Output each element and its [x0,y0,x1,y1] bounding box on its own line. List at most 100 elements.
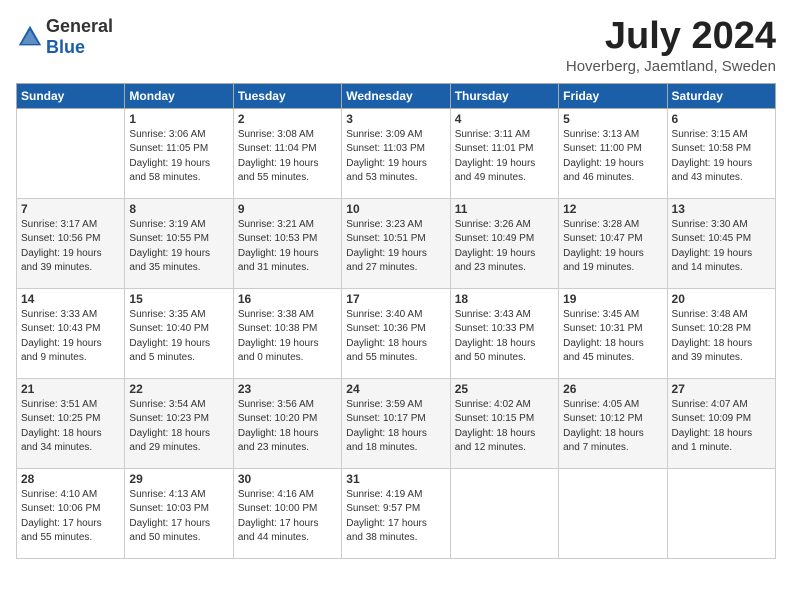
day-number: 6 [672,112,771,126]
day-number: 7 [21,202,120,216]
day-number: 1 [129,112,228,126]
calendar-cell: 31Sunrise: 4:19 AM Sunset: 9:57 PM Dayli… [342,468,450,558]
day-info: Sunrise: 4:16 AM Sunset: 10:00 PM Daylig… [238,488,337,546]
day-info: Sunrise: 3:19 AM Sunset: 10:55 PM Daylig… [129,218,228,276]
calendar-cell: 15 Sunrise: 3:35 AM Sunset: 10:40 PM Dayl… [125,288,233,378]
calendar-cell: 23 Sunrise: 3:56 AM Sunset: 10:20 PM Dayl… [233,378,341,468]
calendar-table: SundayMondayTuesdayWednesdayThursdayFrid… [16,83,776,559]
day-info: Sunrise: 3:38 AM Sunset: 10:38 PM Daylig… [238,308,337,366]
calendar-cell: 6 Sunrise: 3:15 AM Sunset: 10:58 PM Dayli… [667,108,775,198]
day-number: 10 [346,202,445,216]
day-number: 19 [563,292,662,306]
logo-icon [16,23,44,51]
day-info: Sunrise: 3:40 AM Sunset: 10:36 PM Daylig… [346,308,445,366]
day-number: 15 [129,292,228,306]
calendar-cell: 2 Sunrise: 3:08 AM Sunset: 11:04 PM Dayli… [233,108,341,198]
calendar-cell: 7 Sunrise: 3:17 AM Sunset: 10:56 PM Dayli… [17,198,125,288]
day-number: 21 [21,382,120,396]
weekday-header-saturday: Saturday [667,83,775,108]
calendar-cell: 29 Sunrise: 4:13 AM Sunset: 10:03 PM Dayl… [125,468,233,558]
day-info: Sunrise: 3:23 AM Sunset: 10:51 PM Daylig… [346,218,445,276]
day-number: 22 [129,382,228,396]
calendar-cell: 20 Sunrise: 3:48 AM Sunset: 10:28 PM Dayl… [667,288,775,378]
day-info: Sunrise: 3:30 AM Sunset: 10:45 PM Daylig… [672,218,771,276]
day-number: 26 [563,382,662,396]
day-info: Sunrise: 3:43 AM Sunset: 10:33 PM Daylig… [455,308,554,366]
month-year-title: July 2024 [566,16,776,58]
day-number: 27 [672,382,771,396]
calendar-cell: 9 Sunrise: 3:21 AM Sunset: 10:53 PM Dayli… [233,198,341,288]
day-info: Sunrise: 4:07 AM Sunset: 10:09 PM Daylig… [672,398,771,456]
location-subtitle: Hoverberg, Jaemtland, Sweden [566,58,776,75]
calendar-cell [450,468,558,558]
day-info: Sunrise: 3:33 AM Sunset: 10:43 PM Daylig… [21,308,120,366]
day-number: 5 [563,112,662,126]
weekday-header-friday: Friday [559,83,667,108]
calendar-cell: 28Sunrise: 4:10 AM Sunset: 10:06 PM Dayl… [17,468,125,558]
calendar-cell: 4 Sunrise: 3:11 AM Sunset: 11:01 PM Dayli… [450,108,558,198]
day-info: Sunrise: 4:13 AM Sunset: 10:03 PM Daylig… [129,488,228,546]
calendar-cell: 3 Sunrise: 3:09 AM Sunset: 11:03 PM Dayli… [342,108,450,198]
title-block: July 2024 Hoverberg, Jaemtland, Sweden [566,16,776,75]
day-number: 3 [346,112,445,126]
day-number: 4 [455,112,554,126]
day-number: 18 [455,292,554,306]
calendar-cell: 11 Sunrise: 3:26 AM Sunset: 10:49 PM Dayl… [450,198,558,288]
weekday-header-tuesday: Tuesday [233,83,341,108]
calendar-cell: 26 Sunrise: 4:05 AM Sunset: 10:12 PM Dayl… [559,378,667,468]
calendar-cell: 24Sunrise: 3:59 AM Sunset: 10:17 PM Dayl… [342,378,450,468]
calendar-cell: 8 Sunrise: 3:19 AM Sunset: 10:55 PM Dayli… [125,198,233,288]
day-number: 23 [238,382,337,396]
day-number: 13 [672,202,771,216]
day-info: Sunrise: 3:26 AM Sunset: 10:49 PM Daylig… [455,218,554,276]
day-number: 30 [238,472,337,486]
day-info: Sunrise: 4:19 AM Sunset: 9:57 PM Dayligh… [346,488,445,546]
day-info: Sunrise: 3:06 AM Sunset: 11:05 PM Daylig… [129,128,228,186]
day-number: 2 [238,112,337,126]
day-number: 24 [346,382,445,396]
day-info: Sunrise: 3:15 AM Sunset: 10:58 PM Daylig… [672,128,771,186]
day-number: 11 [455,202,554,216]
day-number: 29 [129,472,228,486]
day-info: Sunrise: 3:35 AM Sunset: 10:40 PM Daylig… [129,308,228,366]
calendar-cell: 27 Sunrise: 4:07 AM Sunset: 10:09 PM Dayl… [667,378,775,468]
day-info: Sunrise: 3:09 AM Sunset: 11:03 PM Daylig… [346,128,445,186]
calendar-cell: 30 Sunrise: 4:16 AM Sunset: 10:00 PM Dayl… [233,468,341,558]
day-info: Sunrise: 4:05 AM Sunset: 10:12 PM Daylig… [563,398,662,456]
calendar-cell: 21 Sunrise: 3:51 AM Sunset: 10:25 PM Dayl… [17,378,125,468]
day-info: Sunrise: 3:17 AM Sunset: 10:56 PM Daylig… [21,218,120,276]
day-number: 20 [672,292,771,306]
day-number: 25 [455,382,554,396]
day-info: Sunrise: 3:08 AM Sunset: 11:04 PM Daylig… [238,128,337,186]
day-info: Sunrise: 3:54 AM Sunset: 10:23 PM Daylig… [129,398,228,456]
calendar-week-row: 28Sunrise: 4:10 AM Sunset: 10:06 PM Dayl… [17,468,776,558]
day-number: 8 [129,202,228,216]
calendar-cell: 12Sunrise: 3:28 AM Sunset: 10:47 PM Dayl… [559,198,667,288]
day-info: Sunrise: 3:51 AM Sunset: 10:25 PM Daylig… [21,398,120,456]
calendar-cell: 5Sunrise: 3:13 AM Sunset: 11:00 PM Dayli… [559,108,667,198]
calendar-week-row: 7 Sunrise: 3:17 AM Sunset: 10:56 PM Dayli… [17,198,776,288]
calendar-cell [559,468,667,558]
calendar-cell: 16Sunrise: 3:38 AM Sunset: 10:38 PM Dayl… [233,288,341,378]
day-number: 17 [346,292,445,306]
logo: General Blue [16,16,113,58]
weekday-header-row: SundayMondayTuesdayWednesdayThursdayFrid… [17,83,776,108]
calendar-cell: 22 Sunrise: 3:54 AM Sunset: 10:23 PM Dayl… [125,378,233,468]
calendar-week-row: 21 Sunrise: 3:51 AM Sunset: 10:25 PM Dayl… [17,378,776,468]
day-info: Sunrise: 4:02 AM Sunset: 10:15 PM Daylig… [455,398,554,456]
day-info: Sunrise: 3:21 AM Sunset: 10:53 PM Daylig… [238,218,337,276]
day-info: Sunrise: 4:10 AM Sunset: 10:06 PM Daylig… [21,488,120,546]
weekday-header-wednesday: Wednesday [342,83,450,108]
calendar-cell: 19Sunrise: 3:45 AM Sunset: 10:31 PM Dayl… [559,288,667,378]
weekday-header-sunday: Sunday [17,83,125,108]
weekday-header-monday: Monday [125,83,233,108]
day-info: Sunrise: 3:48 AM Sunset: 10:28 PM Daylig… [672,308,771,366]
day-number: 9 [238,202,337,216]
day-info: Sunrise: 3:11 AM Sunset: 11:01 PM Daylig… [455,128,554,186]
calendar-cell: 10 Sunrise: 3:23 AM Sunset: 10:51 PM Dayl… [342,198,450,288]
calendar-cell: 17 Sunrise: 3:40 AM Sunset: 10:36 PM Dayl… [342,288,450,378]
calendar-cell: 25 Sunrise: 4:02 AM Sunset: 10:15 PM Dayl… [450,378,558,468]
calendar-week-row: 14Sunrise: 3:33 AM Sunset: 10:43 PM Dayl… [17,288,776,378]
calendar-week-row: 1 Sunrise: 3:06 AM Sunset: 11:05 PM Dayli… [17,108,776,198]
day-info: Sunrise: 3:56 AM Sunset: 10:20 PM Daylig… [238,398,337,456]
